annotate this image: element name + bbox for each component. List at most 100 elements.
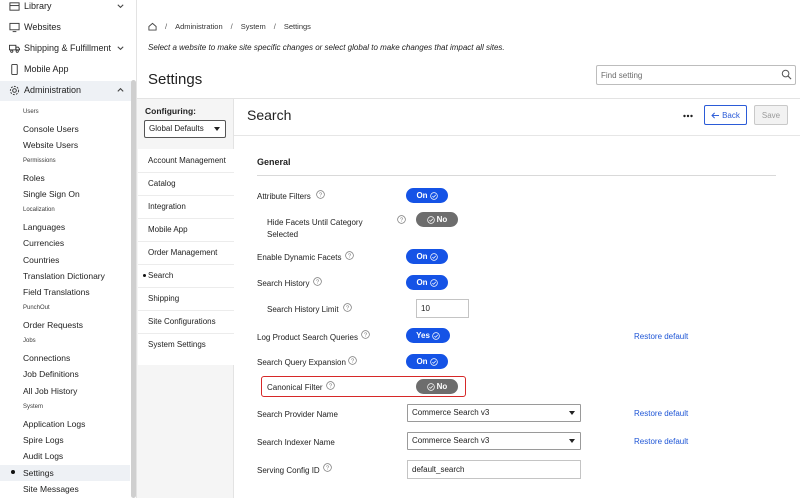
nav-scrollbar[interactable] [131, 80, 136, 498]
provider-name-restore-default-link[interactable]: Restore default [634, 409, 688, 418]
cfg-site-configurations[interactable]: Site Configurations [148, 317, 216, 326]
check-circle-icon [426, 382, 435, 391]
help-icon[interactable]: ? [348, 356, 357, 365]
nav-mobile-app[interactable]: Mobile App [0, 60, 133, 80]
help-icon[interactable]: ? [313, 277, 322, 286]
nav-roles[interactable]: Roles [23, 173, 45, 183]
query-expansion-toggle[interactable]: On [406, 354, 448, 369]
nav-settings[interactable]: Settings [23, 468, 54, 478]
attribute-filters-toggle[interactable]: On [406, 188, 448, 203]
nav-section-users: Users [23, 109, 39, 115]
dynamic-facets-toggle[interactable]: On [406, 249, 448, 264]
configuring-select[interactable]: Global Defaults [144, 120, 226, 138]
help-icon[interactable]: ? [343, 303, 352, 312]
help-icon[interactable]: ? [345, 251, 354, 260]
cfg-mobile-app[interactable]: Mobile App [148, 225, 188, 234]
toggle-value: Yes [416, 331, 430, 340]
cfg-catalog[interactable]: Catalog [148, 179, 176, 188]
nav-console-users[interactable]: Console Users [23, 124, 79, 134]
provider-name-select[interactable]: Commerce Search v3 [407, 404, 581, 422]
help-icon[interactable]: ? [361, 330, 370, 339]
help-icon[interactable]: ? [316, 190, 325, 199]
breadcrumb-administration[interactable]: Administration [175, 22, 223, 31]
nav-countries[interactable]: Countries [23, 255, 59, 265]
page-title: Settings [148, 71, 203, 88]
check-circle-icon [429, 191, 438, 200]
hide-facets-label-line2: Selected [267, 230, 299, 239]
log-queries-toggle[interactable]: Yes [406, 328, 450, 343]
indexer-name-value: Commerce Search v3 [412, 436, 490, 445]
save-button[interactable]: Save [754, 105, 788, 125]
help-icon[interactable]: ? [323, 463, 332, 472]
nav-order-requests[interactable]: Order Requests [23, 320, 83, 330]
search-history-limit-input[interactable] [416, 299, 469, 318]
nav-section-system: System [23, 404, 44, 410]
nav-administration[interactable]: Administration [0, 81, 133, 101]
divider [138, 287, 234, 288]
canonical-filter-toggle[interactable]: No [416, 379, 458, 394]
nav-application-logs[interactable]: Application Logs [23, 419, 85, 429]
nav-field-translations[interactable]: Field Translations [23, 287, 90, 297]
indexer-name-select[interactable]: Commerce Search v3 [407, 432, 581, 450]
section-title: Search [247, 107, 292, 123]
help-icon[interactable]: ? [326, 381, 335, 390]
cfg-search[interactable]: Search [148, 271, 173, 280]
nav-translation-dictionary[interactable]: Translation Dictionary [23, 271, 105, 281]
breadcrumb: / Administration / System / Settings [148, 22, 311, 31]
hide-facets-toggle[interactable]: No [416, 212, 458, 227]
log-queries-label: Log Product Search Queries [257, 333, 358, 342]
nav-spire-logs[interactable]: Spire Logs [23, 435, 64, 445]
nav-mobile-app-label: Mobile App [24, 64, 69, 74]
toggle-value: On [416, 278, 428, 287]
nav-shipping-label: Shipping & Fulfillment [24, 43, 112, 53]
divider [138, 264, 234, 265]
cfg-system-settings[interactable]: System Settings [148, 340, 206, 349]
nav-websites-label: Websites [24, 22, 61, 32]
cfg-shipping[interactable]: Shipping [148, 294, 179, 303]
cfg-order-management[interactable]: Order Management [148, 248, 217, 257]
home-icon[interactable] [148, 22, 157, 31]
serving-config-input[interactable] [407, 460, 581, 479]
cfg-integration[interactable]: Integration [148, 202, 186, 211]
find-setting-input[interactable] [596, 65, 796, 85]
nav-section-jobs: Jobs [23, 338, 36, 344]
more-options-icon[interactable] [683, 114, 693, 118]
search-history-toggle[interactable]: On [406, 275, 448, 290]
nav-library[interactable]: Library [0, 0, 133, 17]
nav-connections[interactable]: Connections [23, 353, 70, 363]
toggle-value: No [436, 215, 448, 224]
intro-text: Select a website to make site specific c… [148, 43, 505, 52]
nav-section-permissions: Permissions [23, 158, 56, 164]
check-circle-icon [432, 331, 440, 340]
nav-languages[interactable]: Languages [23, 222, 65, 232]
nav-currencies[interactable]: Currencies [23, 238, 64, 248]
nav-shipping[interactable]: Shipping & Fulfillment [0, 39, 133, 59]
chevron-up-icon [117, 87, 124, 92]
breadcrumb-settings: Settings [283, 22, 311, 31]
divider [138, 195, 234, 196]
breadcrumb-system[interactable]: System [241, 22, 266, 31]
chevron-down-icon [117, 46, 124, 51]
cfg-account-management[interactable]: Account Management [148, 156, 226, 165]
nav-audit-logs[interactable]: Audit Logs [23, 451, 63, 461]
log-queries-restore-default-link[interactable]: Restore default [634, 332, 688, 341]
nav-administration-label: Administration [24, 85, 82, 95]
nav-job-definitions[interactable]: Job Definitions [23, 369, 79, 379]
indexer-name-restore-default-link[interactable]: Restore default [634, 437, 688, 446]
nav-section-localization: Localization [23, 207, 55, 213]
nav-website-users[interactable]: Website Users [23, 140, 78, 150]
library-icon [9, 2, 20, 11]
back-button[interactable]: Back [704, 105, 747, 125]
divider [138, 333, 234, 334]
nav-websites[interactable]: Websites [0, 18, 133, 38]
nav-all-job-history[interactable]: All Job History [23, 386, 77, 396]
search-icon[interactable] [781, 69, 792, 80]
search-history-label: Search History [257, 279, 310, 288]
provider-name-label: Search Provider Name [257, 410, 338, 419]
arrow-left-icon [711, 112, 720, 118]
query-expansion-label: Search Query Expansion [257, 358, 346, 367]
nav-single-sign-on[interactable]: Single Sign On [23, 189, 80, 199]
help-icon[interactable]: ? [397, 215, 406, 224]
nav-site-messages[interactable]: Site Messages [23, 484, 79, 494]
divider [138, 218, 234, 219]
